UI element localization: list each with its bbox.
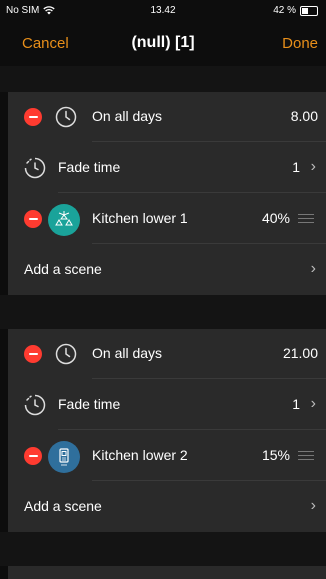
status-right: 42 % — [273, 5, 318, 16]
done-button[interactable]: Done — [282, 35, 318, 52]
page-title: (null) [1] — [131, 34, 195, 51]
section-spacer — [0, 66, 326, 92]
reorder-handle-icon[interactable] — [298, 451, 314, 461]
delete-schedule-button[interactable] — [24, 108, 42, 126]
divider — [92, 480, 326, 481]
fade-time-value: 1 — [292, 396, 300, 412]
schedule-section: On all days 21.00 Fade time 1 › Kitchen … — [8, 329, 326, 532]
scene-row[interactable]: Kitchen lower 2 15% — [8, 431, 326, 481]
section-spacer — [0, 532, 326, 566]
chevron-right-icon: › — [310, 260, 316, 277]
scene-row[interactable]: Kitchen lower 1 40% — [8, 194, 326, 244]
reorder-handle-icon[interactable] — [298, 214, 314, 224]
divider — [58, 429, 326, 430]
divider — [92, 378, 326, 379]
scene-name: Kitchen lower 1 — [92, 210, 188, 226]
chevron-right-icon: › — [310, 395, 316, 412]
schedule-time[interactable]: 21.00 — [283, 345, 318, 361]
divider — [58, 192, 326, 193]
fade-time-label: Fade time — [58, 396, 121, 412]
fade-time-label: Fade time — [58, 159, 121, 175]
pendant-lights-icon — [48, 204, 80, 236]
fade-time-value: 1 — [292, 159, 300, 175]
fade-timer-icon — [24, 157, 46, 179]
divider — [92, 141, 326, 142]
fade-time-row[interactable]: Fade time 1 › — [8, 380, 326, 430]
schedule-section: On all days 8.00 Fade time 1 › Kitchen l… — [8, 92, 326, 295]
delete-scene-button[interactable] — [24, 447, 42, 465]
battery-label: 42 % — [273, 5, 296, 16]
battery-icon — [300, 5, 318, 16]
delete-scene-button[interactable] — [24, 210, 42, 228]
fade-time-row[interactable]: Fade time 1 › — [8, 143, 326, 193]
wall-switch-icon — [48, 441, 80, 473]
add-scene-label[interactable]: Add a scene — [24, 498, 102, 514]
add-scene-row[interactable]: Add a scene › — [8, 245, 326, 295]
battery-level — [302, 7, 308, 14]
divider — [92, 243, 326, 244]
delete-schedule-button[interactable] — [24, 345, 42, 363]
chevron-right-icon: › — [310, 497, 316, 514]
scene-level[interactable]: 40% — [262, 210, 290, 226]
section-spacer — [0, 295, 326, 329]
status-bar: No SIM 13.42 42 % — [0, 0, 326, 22]
nav-bar: Cancel (null) [1] Done — [0, 22, 326, 66]
schedule-time[interactable]: 8.00 — [291, 108, 318, 124]
schedule-row[interactable]: On all days 21.00 — [8, 329, 326, 379]
clock-icon — [55, 343, 77, 365]
scene-name: Kitchen lower 2 — [92, 447, 188, 463]
clock-icon — [55, 106, 77, 128]
add-scene-row[interactable]: Add a scene › — [8, 482, 326, 532]
schedule-section-partial — [8, 566, 326, 579]
add-scene-label[interactable]: Add a scene — [24, 261, 102, 277]
schedule-label: On all days — [92, 345, 163, 361]
schedule-label: On all days — [92, 108, 163, 124]
scene-level[interactable]: 15% — [262, 447, 290, 463]
chevron-right-icon: › — [310, 158, 316, 175]
schedule-row[interactable]: On all days 8.00 — [8, 92, 326, 142]
fade-timer-icon — [24, 394, 46, 416]
